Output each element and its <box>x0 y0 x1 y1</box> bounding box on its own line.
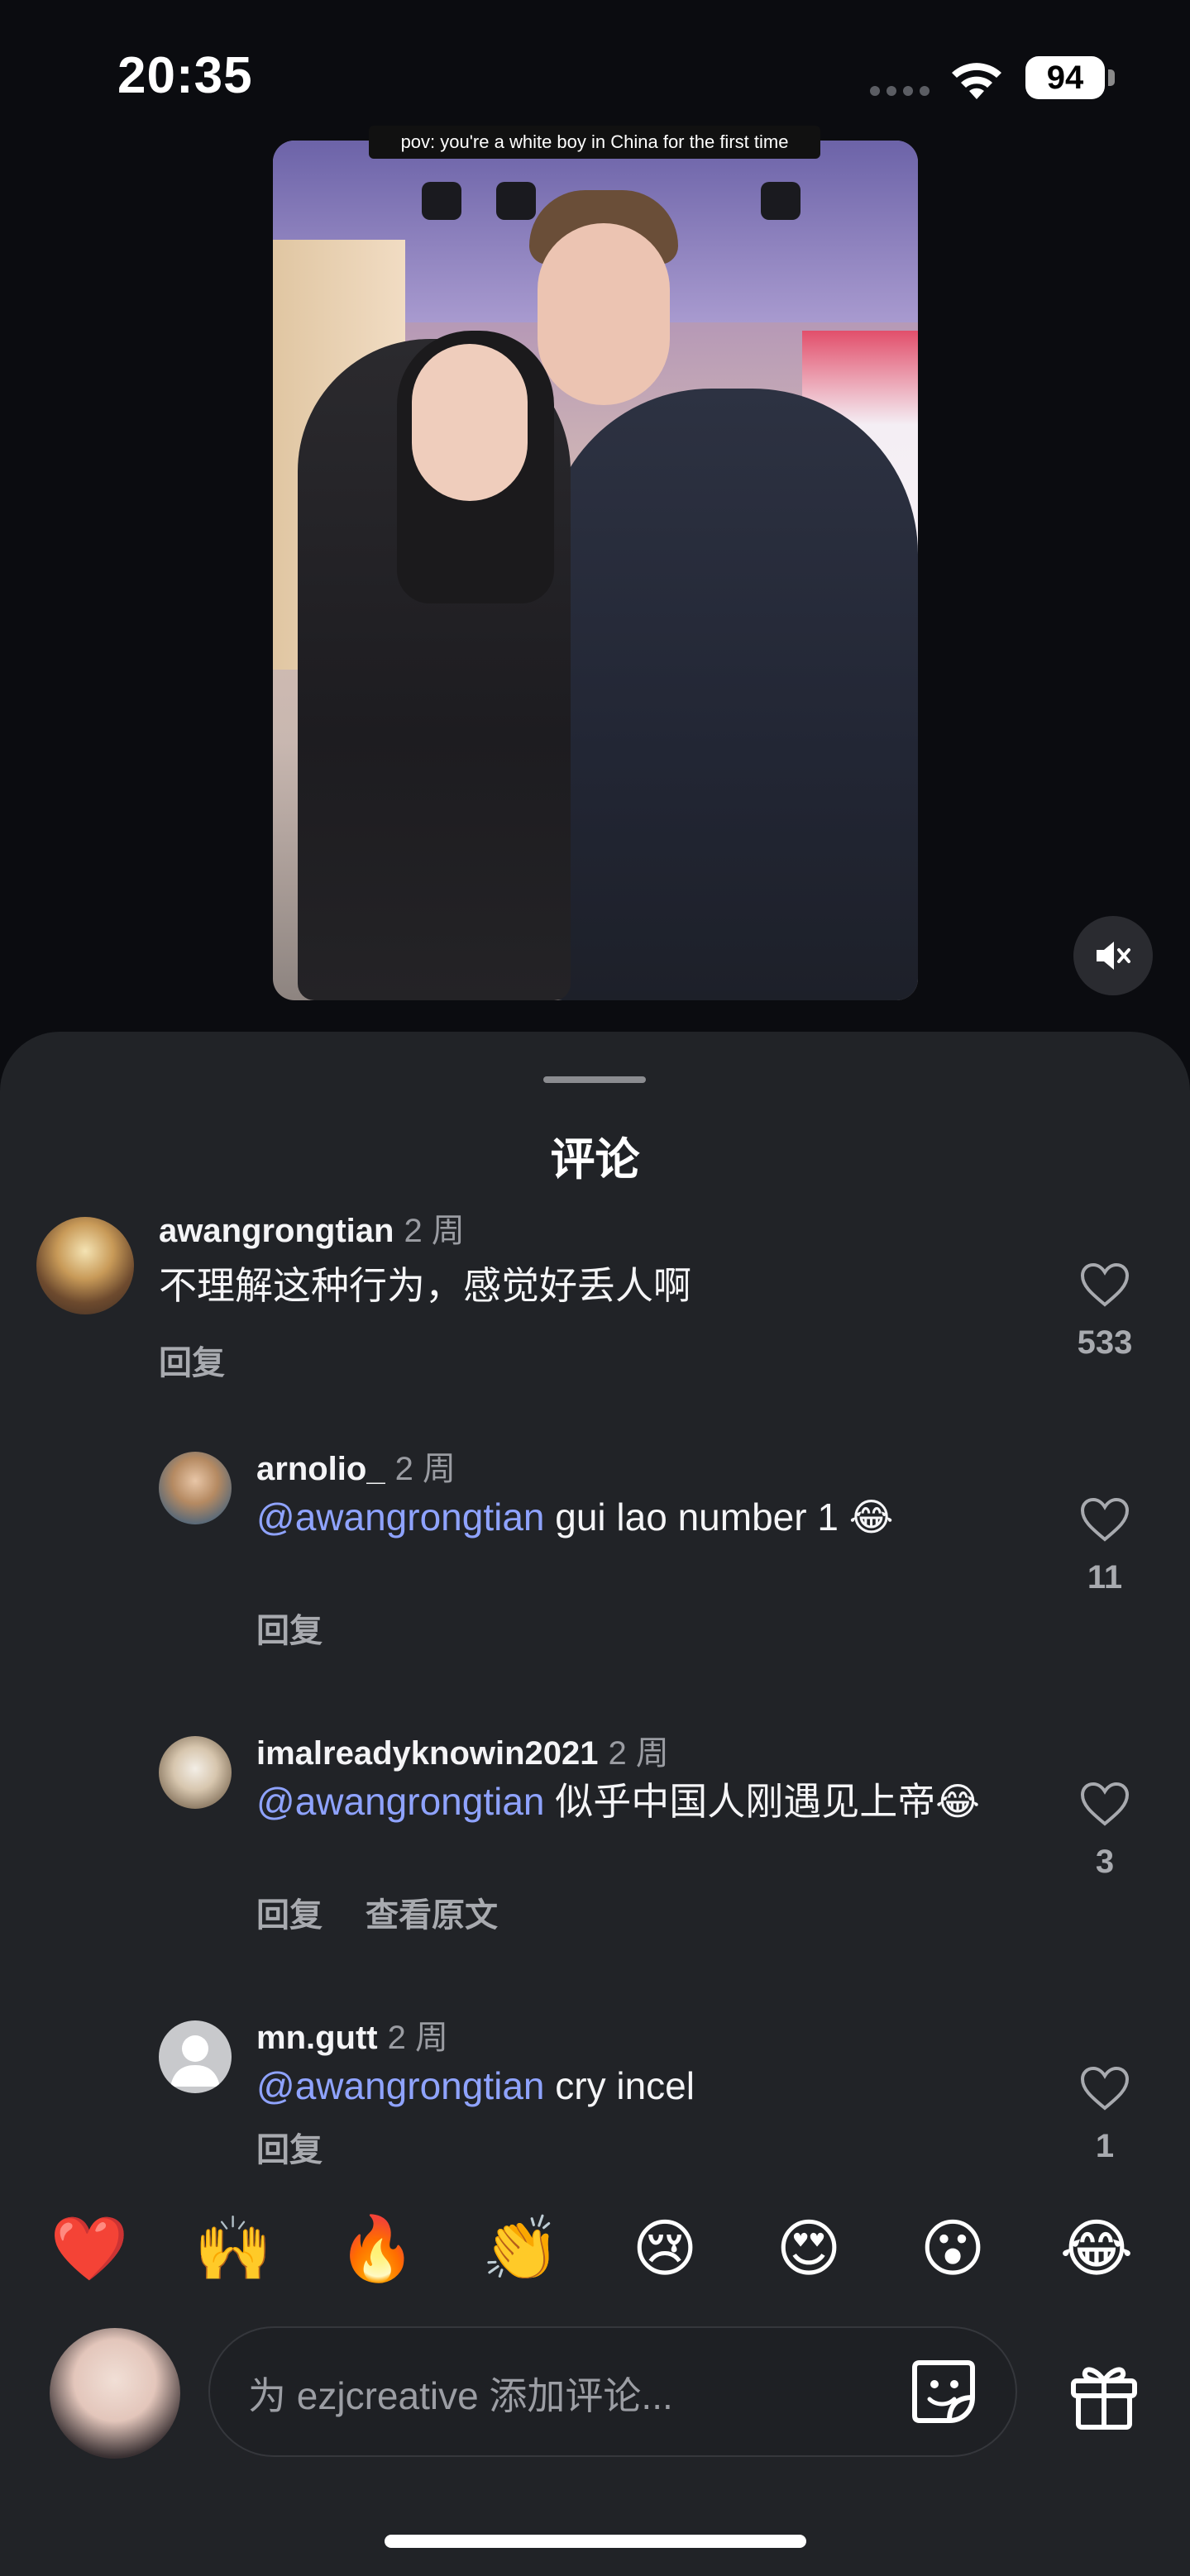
mute-button[interactable] <box>1073 916 1153 995</box>
like-count: 1 <box>1095 2128 1115 2164</box>
comment-text: 不理解这种行为，感觉好丢人啊 <box>159 1264 691 1307</box>
current-user-avatar[interactable] <box>50 2328 180 2459</box>
heart-icon <box>1080 2066 1130 2111</box>
sticker-button[interactable] <box>908 2356 979 2427</box>
home-indicator[interactable] <box>385 2535 806 2548</box>
heart-eyes-emoji-button[interactable]: 😍 <box>767 2207 850 2290</box>
heart-icon <box>1080 1497 1130 1542</box>
raising-hands-emoji-button[interactable]: 🙌 <box>192 2207 275 2290</box>
comment-actions: 回复 <box>256 1604 366 1652</box>
video-person-left-face <box>412 344 528 501</box>
comment-actions: 回复 <box>159 1336 268 1384</box>
video-person-right-face <box>538 223 670 405</box>
heart-icon <box>1080 1262 1130 1307</box>
avatar[interactable] <box>159 1452 232 1524</box>
reply-button[interactable]: 回复 <box>159 1345 225 1381</box>
cellular-signal-icon <box>870 86 931 96</box>
view-original-button[interactable]: 查看原文 <box>366 1897 498 1934</box>
like-count: 11 <box>1087 1559 1123 1596</box>
comment-actions: 回复 <box>256 2123 366 2171</box>
sticker-icon <box>912 2360 975 2423</box>
mention-link[interactable]: @awangrongtian <box>256 1780 544 1823</box>
battery-cap <box>1108 69 1115 86</box>
gift-button[interactable] <box>1067 2358 1141 2432</box>
stage-light <box>761 182 801 220</box>
video-player[interactable] <box>273 141 918 1000</box>
comment-username[interactable]: awangrongtian 2 周 <box>159 1207 465 1252</box>
comment-text: @awangrongtian gui lao number 1 😂 <box>256 1495 894 1539</box>
gift-icon <box>1071 2367 1137 2430</box>
status-bar: 20:35 94 <box>0 0 1190 132</box>
quick-reactions-bar: ❤️ 🙌 🔥 👏 😢 😍 😮 😂 <box>0 2207 1190 2290</box>
stage-light <box>496 182 536 220</box>
like-button[interactable]: 11 <box>1072 1496 1138 1596</box>
stage-light <box>422 182 461 220</box>
crying-face-emoji-button[interactable]: 😢 <box>624 2207 706 2290</box>
reply-button[interactable]: 回复 <box>256 1613 323 1649</box>
comment-actions: 回复 查看原文 <box>256 1888 541 1936</box>
reply-button[interactable]: 回复 <box>256 2132 323 2168</box>
laughing-emoji: 😂 <box>935 1779 981 1824</box>
laughing-emoji-button[interactable]: 😂 <box>1055 2207 1138 2290</box>
comment-username[interactable]: imalreadyknowin2021 2 周 <box>256 1726 669 1774</box>
wifi-icon <box>952 63 1001 99</box>
red-heart-emoji-button[interactable]: ❤️ <box>48 2207 131 2290</box>
sheet-drag-handle[interactable] <box>543 1076 646 1083</box>
reply-button[interactable]: 回复 <box>256 1897 323 1934</box>
fire-emoji-button[interactable]: 🔥 <box>336 2207 418 2290</box>
comment-text: @awangrongtian 似乎中国人刚遇见上帝😂 <box>256 1779 981 1824</box>
like-count: 533 <box>1077 1324 1133 1361</box>
comment-input-placeholder: 为 ezjcreative 添加评论... <box>248 2374 673 2417</box>
surprised-face-emoji-button[interactable]: 😮 <box>911 2207 994 2290</box>
heart-icon <box>1080 1782 1130 1826</box>
speaker-muted-icon <box>1097 942 1130 970</box>
like-count: 3 <box>1095 1844 1115 1880</box>
like-button[interactable]: 533 <box>1072 1262 1138 1362</box>
comment-username[interactable]: mn.gutt 2 周 <box>256 2011 448 2058</box>
comment-text: @awangrongtian cry incel <box>256 2064 695 2107</box>
like-button[interactable]: 3 <box>1072 1781 1138 1881</box>
clapping-hands-emoji-button[interactable]: 👏 <box>480 2207 562 2290</box>
video-caption: pov: you're a white boy in China for the… <box>369 126 820 159</box>
avatar[interactable] <box>159 1736 232 1809</box>
video-person-right <box>546 389 918 1000</box>
like-button[interactable]: 1 <box>1072 2065 1138 2165</box>
comments-title: 评论 <box>550 1135 640 1185</box>
comment-input[interactable]: 为 ezjcreative 添加评论... <box>208 2326 1017 2457</box>
comment-username[interactable]: arnolio_ 2 周 <box>256 1442 456 1490</box>
comments-list[interactable]: awangrongtian 2 周 不理解这种行为，感觉好丢人啊 回复 533 a… <box>0 1207 1190 2179</box>
laughing-emoji: 😂 <box>848 1495 894 1539</box>
mention-link[interactable]: @awangrongtian <box>256 1496 544 1538</box>
avatar[interactable] <box>36 1217 134 1314</box>
battery-level: 94 <box>1025 56 1105 99</box>
status-time: 20:35 <box>117 47 253 104</box>
mention-link[interactable]: @awangrongtian <box>256 2064 544 2107</box>
default-avatar-icon[interactable] <box>159 2020 232 2093</box>
